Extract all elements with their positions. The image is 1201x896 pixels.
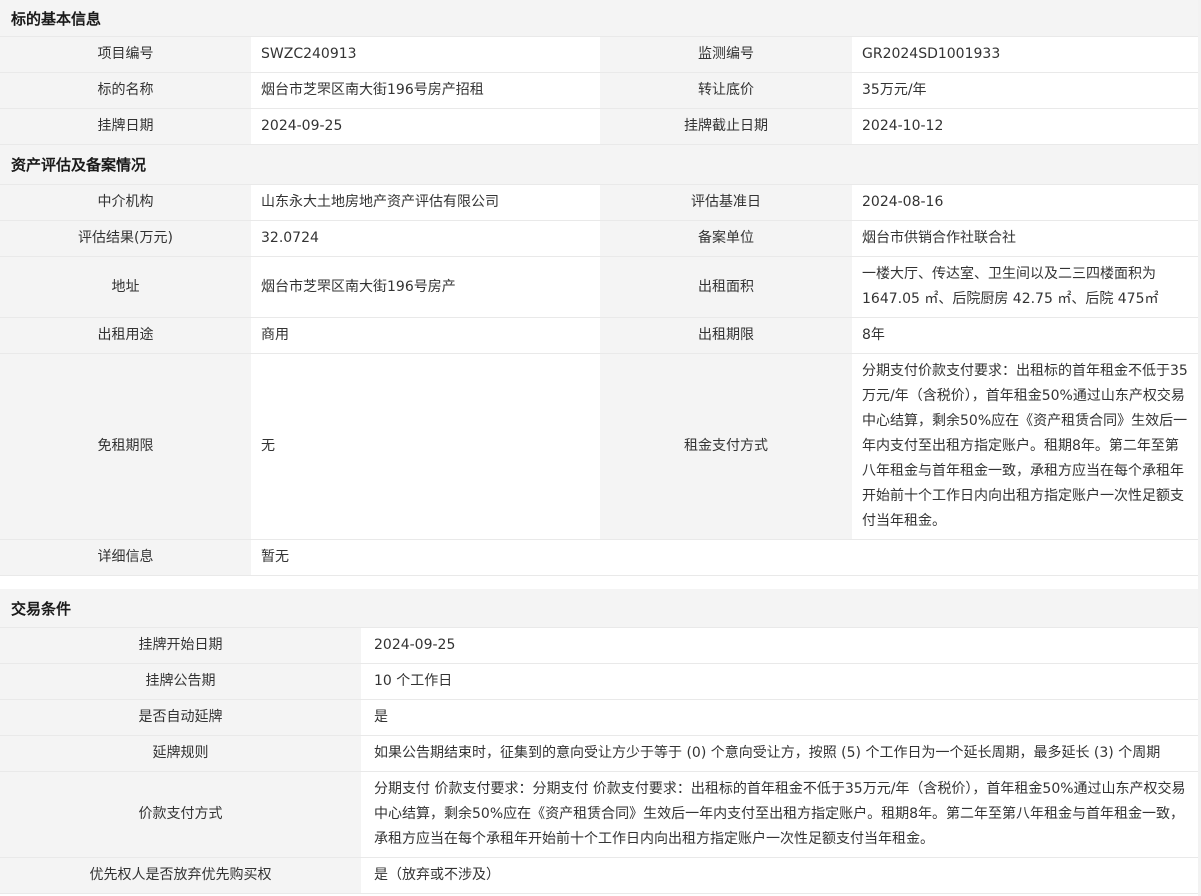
- field-label: 监测编号: [600, 37, 852, 72]
- field-value: 烟台市供销合作社联合社: [852, 221, 1198, 256]
- table-row: 优先权人是否放弃优先购买权是（放弃或不涉及）: [0, 857, 1198, 893]
- field-value: 分期支付价款支付要求：出租标的首年租金不低于35万元/年（含税价），首年租金50…: [852, 354, 1198, 539]
- table-row: 中介机构山东永大土地房地产资产评估有限公司评估基准日2024-08-16: [0, 184, 1198, 220]
- field-value: 2024-08-16: [852, 185, 1198, 220]
- field-value: 是: [361, 700, 1198, 735]
- section-title-trade-conditions: 交易条件: [0, 589, 1198, 627]
- field-label: 价款支付方式: [0, 772, 361, 857]
- field-label: 免租期限: [0, 354, 251, 539]
- field-value: 暂无: [251, 540, 1198, 575]
- table-row: 挂牌日期2024-09-25挂牌截止日期2024-10-12: [0, 108, 1198, 144]
- table-row: 挂牌开始日期2024-09-25: [0, 627, 1198, 663]
- field-label: 标的名称: [0, 73, 251, 108]
- appraisal-table: 中介机构山东永大土地房地产资产评估有限公司评估基准日2024-08-16评估结果…: [0, 184, 1198, 576]
- field-label: 出租用途: [0, 318, 251, 353]
- field-value: 2024-09-25: [361, 628, 1198, 663]
- field-value: 2024-09-25: [251, 109, 600, 144]
- field-value: 10 个工作日: [361, 664, 1198, 699]
- section-basic-info: 标的基本信息 项目编号SWZC240913监测编号GR2024SD1001933…: [0, 0, 1198, 145]
- field-label: 优先权人是否放弃优先购买权: [0, 858, 361, 893]
- field-label: 是否自动延牌: [0, 700, 361, 735]
- field-label: 出租期限: [600, 318, 852, 353]
- table-row: 价款支付方式分期支付 价款支付要求：分期支付 价款支付要求：出租标的首年租金不低…: [0, 771, 1198, 857]
- field-value: 8年: [852, 318, 1198, 353]
- field-value: GR2024SD1001933: [852, 37, 1198, 72]
- field-value: 分期支付 价款支付要求：分期支付 价款支付要求：出租标的首年租金不低于35万元/…: [361, 772, 1198, 857]
- field-label: 挂牌日期: [0, 109, 251, 144]
- field-value: 商用: [251, 318, 600, 353]
- field-label: 详细信息: [0, 540, 251, 575]
- field-label: 项目编号: [0, 37, 251, 72]
- field-value: 一楼大厅、传达室、卫生间以及二三四楼面积为1647.05 ㎡、后院厨房 42.7…: [852, 257, 1198, 317]
- section-appraisal-info: 资产评估及备案情况 中介机构山东永大土地房地产资产评估有限公司评估基准日2024…: [0, 145, 1198, 576]
- field-label: 出租面积: [600, 257, 852, 317]
- field-value: SWZC240913: [251, 37, 600, 72]
- table-row: 详细信息暂无: [0, 539, 1198, 575]
- table-row: 出租用途商用出租期限8年: [0, 317, 1198, 353]
- field-label: 挂牌截止日期: [600, 109, 852, 144]
- field-value: 是（放弃或不涉及）: [361, 858, 1198, 893]
- field-value: 35万元/年: [852, 73, 1198, 108]
- field-value: 烟台市芝罘区南大街196号房产招租: [251, 73, 600, 108]
- field-label: 评估基准日: [600, 185, 852, 220]
- table-row: 项目编号SWZC240913监测编号GR2024SD1001933: [0, 36, 1198, 72]
- field-value: 32.0724: [251, 221, 600, 256]
- section-trade-conditions: 交易条件 挂牌开始日期2024-09-25挂牌公告期10 个工作日是否自动延牌是…: [0, 589, 1198, 894]
- field-label: 中介机构: [0, 185, 251, 220]
- table-row: 免租期限无租金支付方式分期支付价款支付要求：出租标的首年租金不低于35万元/年（…: [0, 353, 1198, 539]
- field-label: 挂牌公告期: [0, 664, 361, 699]
- table-row: 延牌规则如果公告期结束时，征集到的意向受让方少于等于 (0) 个意向受让方，按照…: [0, 735, 1198, 771]
- field-value: 山东永大土地房地产资产评估有限公司: [251, 185, 600, 220]
- table-row: 挂牌公告期10 个工作日: [0, 663, 1198, 699]
- table-row: 评估结果(万元)32.0724备案单位烟台市供销合作社联合社: [0, 220, 1198, 256]
- table-row: 是否自动延牌是: [0, 699, 1198, 735]
- table-row: 地址烟台市芝罘区南大街196号房产出租面积一楼大厅、传达室、卫生间以及二三四楼面…: [0, 256, 1198, 317]
- basic-info-table: 项目编号SWZC240913监测编号GR2024SD1001933标的名称烟台市…: [0, 36, 1198, 145]
- field-value: 烟台市芝罘区南大街196号房产: [251, 257, 600, 317]
- property-listing-page: 标的基本信息 项目编号SWZC240913监测编号GR2024SD1001933…: [0, 0, 1198, 894]
- field-label: 延牌规则: [0, 736, 361, 771]
- trade-conditions-table: 挂牌开始日期2024-09-25挂牌公告期10 个工作日是否自动延牌是延牌规则如…: [0, 627, 1198, 894]
- table-row: 标的名称烟台市芝罘区南大街196号房产招租转让底价35万元/年: [0, 72, 1198, 108]
- field-label: 挂牌开始日期: [0, 628, 361, 663]
- field-label: 地址: [0, 257, 251, 317]
- field-label: 租金支付方式: [600, 354, 852, 539]
- field-label: 转让底价: [600, 73, 852, 108]
- field-value: 2024-10-12: [852, 109, 1198, 144]
- field-value: 无: [251, 354, 600, 539]
- field-label: 评估结果(万元): [0, 221, 251, 256]
- section-title-basic-info: 标的基本信息: [0, 0, 1198, 36]
- section-title-appraisal: 资产评估及备案情况: [0, 145, 1198, 184]
- field-value: 如果公告期结束时，征集到的意向受让方少于等于 (0) 个意向受让方，按照 (5)…: [361, 736, 1198, 771]
- field-label: 备案单位: [600, 221, 852, 256]
